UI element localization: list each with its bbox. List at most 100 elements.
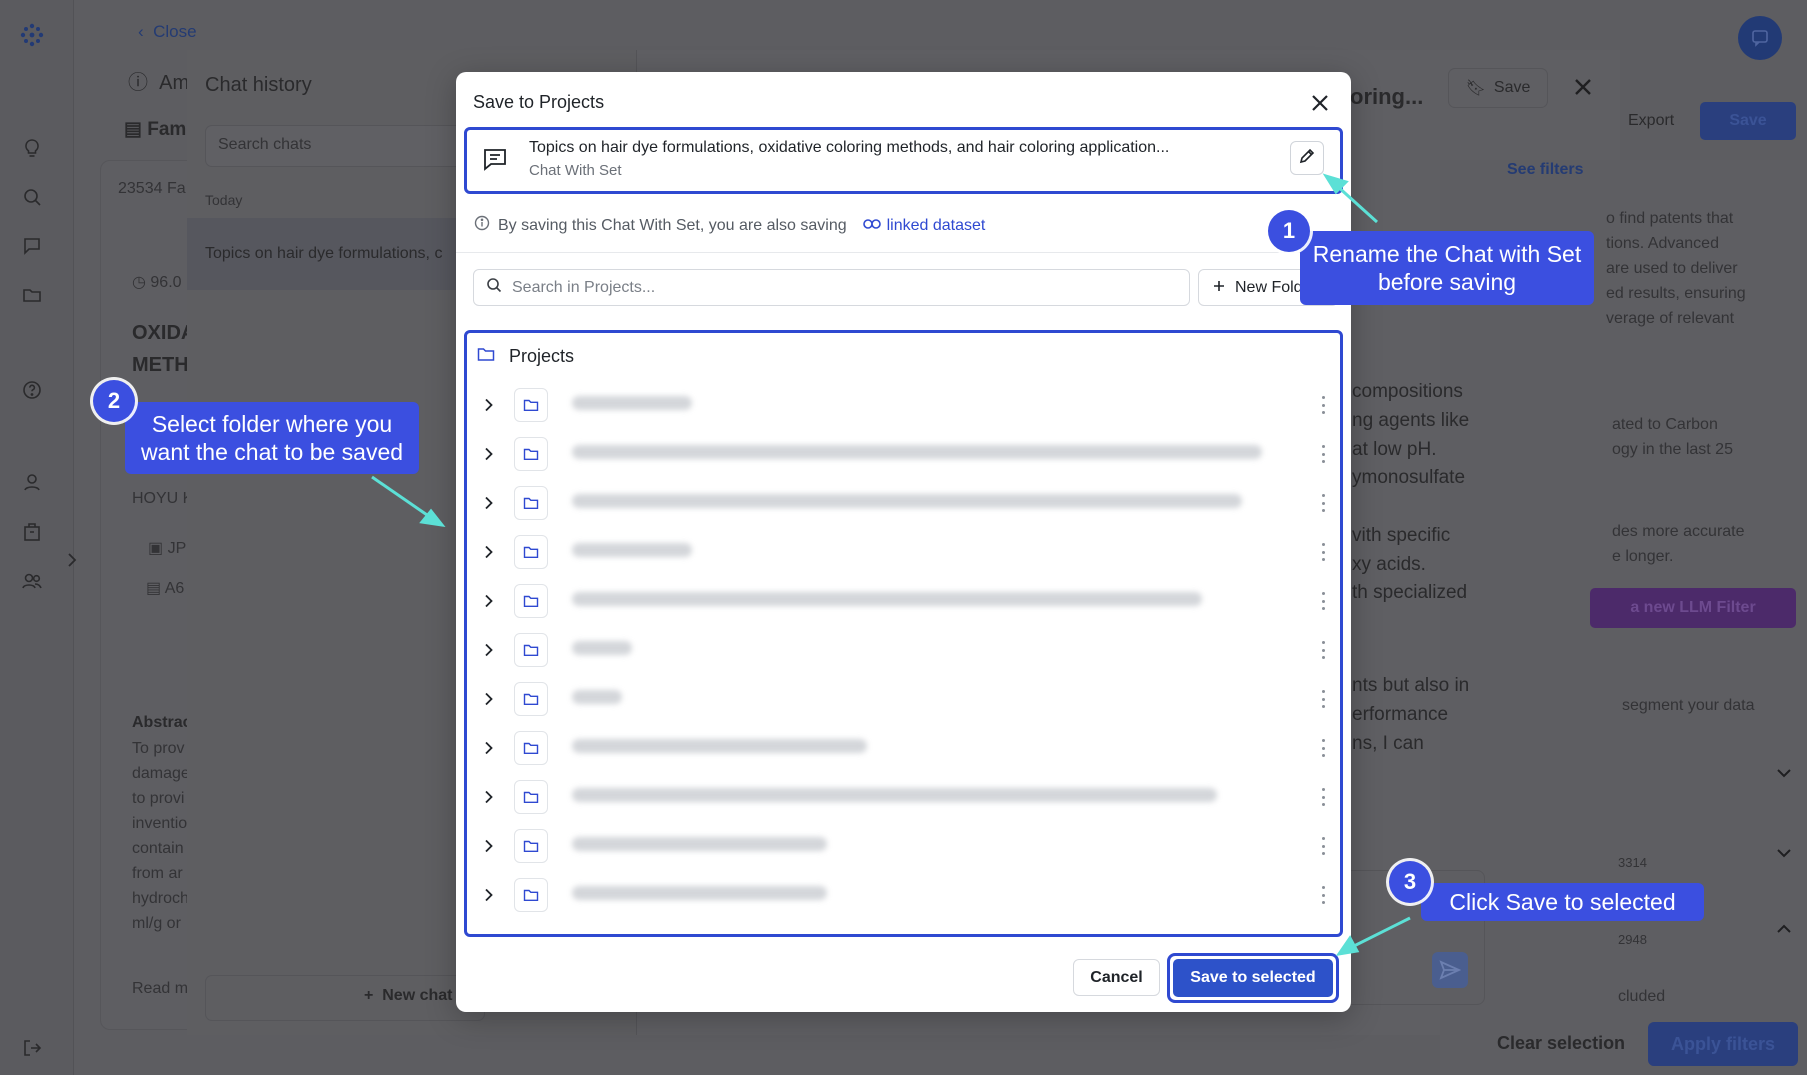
lightbulb-icon[interactable] [19, 135, 45, 161]
folder-icon [514, 584, 548, 618]
modal-title: Save to Projects [473, 92, 605, 112]
folder-name-redacted [572, 543, 692, 557]
close-label: Close [153, 22, 197, 41]
chevron-down-icon[interactable] [1776, 846, 1792, 864]
folder-name-redacted [572, 837, 827, 851]
chat-history-title: Chat history [205, 74, 312, 96]
text-line: ated to Carbon [1612, 416, 1718, 433]
score-text: 96.0 [150, 274, 182, 291]
llm-filter-label: a new LLM Filter [1630, 599, 1756, 616]
folder-row[interactable] [467, 871, 1340, 920]
clear-selection-button[interactable]: Clear selection [1497, 1033, 1625, 1054]
send-icon[interactable] [1432, 952, 1468, 988]
folder-row[interactable] [467, 528, 1340, 577]
chevron-right-icon[interactable] [480, 739, 498, 757]
folder-row[interactable] [467, 626, 1340, 675]
more-options-icon[interactable] [1318, 837, 1328, 855]
more-options-icon[interactable] [1318, 739, 1328, 757]
chat-panel-close-icon[interactable] [1572, 76, 1594, 103]
chevron-up-icon[interactable] [1776, 922, 1792, 940]
apply-filters-button[interactable]: Apply filters [1648, 1022, 1798, 1066]
folder-name-redacted [572, 445, 1262, 459]
new-llm-filter-button[interactable]: a new LLM Filter [1590, 588, 1796, 628]
chat-save-button[interactable]: 🔖︎ Save [1448, 68, 1548, 108]
save-to-selected-button[interactable]: Save to selected [1173, 959, 1333, 997]
linked-dataset-link[interactable]: linked dataset [862, 216, 986, 235]
text-line: e longer. [1612, 548, 1674, 565]
more-options-icon[interactable] [1318, 494, 1328, 512]
logo-icon [19, 22, 45, 48]
projects-root[interactable]: Projects [477, 346, 574, 367]
project-search-input[interactable] [512, 278, 1152, 297]
folder-icon [514, 829, 548, 863]
bookmark-icon: 🔖︎ [1465, 80, 1486, 97]
cancel-button[interactable]: Cancel [1073, 959, 1160, 996]
step-2-badge: 2 [93, 380, 135, 422]
project-tree: Projects [464, 330, 1343, 937]
more-options-icon[interactable] [1318, 641, 1328, 659]
chevron-right-icon[interactable] [480, 788, 498, 806]
folder-row[interactable] [467, 381, 1340, 430]
text-line: erformance [1352, 704, 1449, 725]
folder-row[interactable] [467, 822, 1340, 871]
more-options-icon[interactable] [1318, 592, 1328, 610]
logout-icon[interactable] [19, 1035, 45, 1061]
text-line: ogy in the last 25 [1612, 441, 1733, 458]
chat-icon[interactable] [19, 233, 45, 259]
chevron-right-icon[interactable] [480, 396, 498, 414]
folder-row[interactable] [467, 773, 1340, 822]
chevron-right-icon[interactable] [480, 886, 498, 904]
support-chat-icon[interactable] [1738, 16, 1782, 60]
export-button[interactable]: Export [1628, 112, 1674, 130]
save-results-button[interactable]: Save [1700, 102, 1796, 140]
new-folder-label: New Fold [1235, 278, 1303, 296]
more-options-icon[interactable] [1318, 690, 1328, 708]
country-code: JP [167, 540, 187, 557]
help-icon[interactable] [19, 377, 45, 403]
rename-button[interactable] [1290, 141, 1324, 175]
more-options-icon[interactable] [1318, 543, 1328, 561]
team-icon[interactable] [19, 568, 45, 594]
chat-title: Topics on hair dye formulations, oxidati… [529, 139, 1170, 156]
text-line: ng agents like [1352, 410, 1470, 431]
building-icon[interactable] [19, 519, 45, 545]
folder-row[interactable] [467, 479, 1340, 528]
chevron-right-icon[interactable] [480, 543, 498, 561]
more-options-icon[interactable] [1318, 396, 1328, 414]
chevron-right-icon[interactable] [480, 837, 498, 855]
folder-row[interactable] [467, 577, 1340, 626]
search-icon[interactable] [19, 184, 45, 210]
folder-row[interactable] [467, 675, 1340, 724]
more-options-icon[interactable] [1318, 445, 1328, 463]
project-search-field[interactable] [473, 269, 1190, 306]
text-line: hydroch [132, 890, 189, 907]
user-icon[interactable] [19, 469, 45, 495]
folder-row[interactable] [467, 430, 1340, 479]
more-options-icon[interactable] [1318, 788, 1328, 806]
chevron-right-icon[interactable] [480, 445, 498, 463]
folder-icon [514, 486, 548, 520]
folder-icon[interactable] [19, 282, 45, 308]
chevron-right-icon[interactable] [480, 494, 498, 512]
tab-family[interactable]: ▤ Fami [124, 118, 192, 141]
apply-filters-label: Apply filters [1670, 1033, 1776, 1054]
plus-icon [1213, 279, 1225, 297]
chevron-right-icon[interactable] [480, 592, 498, 610]
chevron-right-icon[interactable] [480, 641, 498, 659]
see-filters-link[interactable]: See filters [1507, 161, 1583, 179]
expand-sidebar-chevron-icon[interactable] [66, 552, 78, 573]
classification-code: A6 [164, 580, 185, 597]
close-link[interactable]: ‹ Close [138, 22, 197, 42]
more-options-icon[interactable] [1318, 886, 1328, 904]
close-icon[interactable] [1305, 88, 1335, 118]
text-line: damage [132, 765, 190, 782]
read-more-link[interactable]: Read m [132, 980, 188, 998]
text-line: verage of relevant [1606, 310, 1735, 327]
chevron-right-icon[interactable] [480, 690, 498, 708]
chevron-down-icon[interactable] [1776, 766, 1792, 784]
folder-row[interactable] [467, 724, 1340, 773]
linked-dataset-label: linked dataset [886, 216, 986, 234]
folder-name-redacted [572, 788, 1217, 802]
folder-icon [514, 388, 548, 422]
patent-heading-line1: OXIDA [132, 322, 196, 344]
